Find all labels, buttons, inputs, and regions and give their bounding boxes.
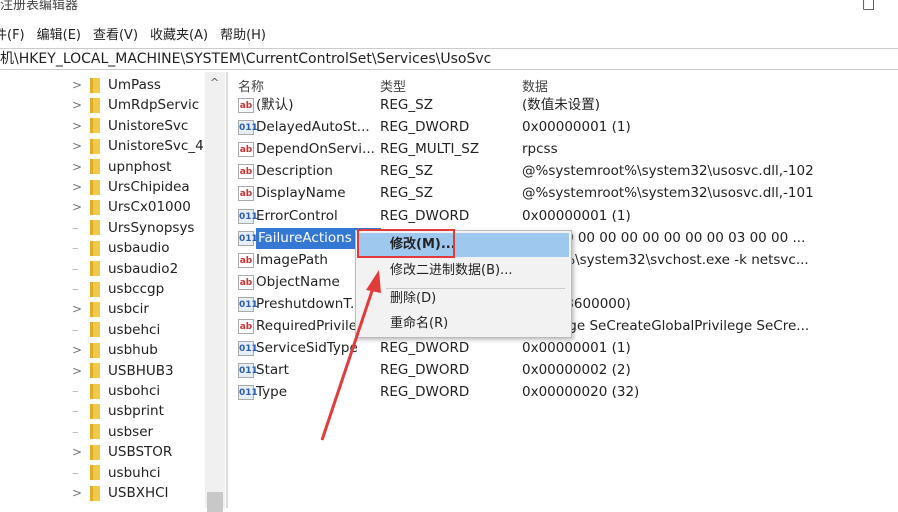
annotation-arrow (320, 270, 381, 441)
